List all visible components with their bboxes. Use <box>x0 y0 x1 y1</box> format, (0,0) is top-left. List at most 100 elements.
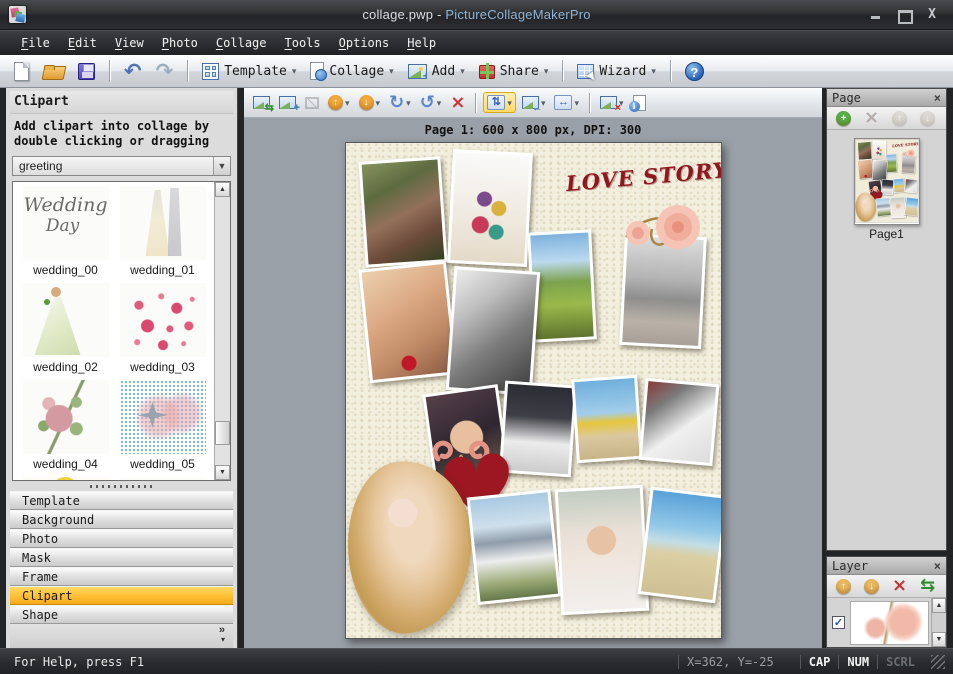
clipart-item-wedding_04[interactable]: wedding_04 <box>17 380 114 471</box>
wedding_02-thumbnail[interactable] <box>23 283 109 357</box>
clipart-rose[interactable] <box>612 199 708 259</box>
menu-collage[interactable]: Collage <box>207 32 276 54</box>
menu-tools[interactable]: Tools <box>276 32 330 54</box>
new-button[interactable] <box>10 60 33 83</box>
clipart-item[interactable] <box>17 477 114 481</box>
chevron-down-icon[interactable]: ▾ <box>651 66 656 76</box>
menu-view[interactable]: View <box>106 32 153 54</box>
minimize-button[interactable] <box>869 9 883 21</box>
rotate-right-button[interactable]: ↻▾ <box>386 92 414 114</box>
clipart-item-wedding_03[interactable]: wedding_03 <box>114 283 211 374</box>
photo-bride-flowers[interactable] <box>638 378 719 466</box>
chevron-down-icon[interactable]: ▾ <box>389 66 394 76</box>
layer-up-button[interactable]: ↑ <box>833 577 854 596</box>
page-up-button[interactable]: ↑ <box>889 109 910 128</box>
sidebar-item-background[interactable]: Background <box>10 510 233 529</box>
scroll-up-icon[interactable]: ▲ <box>932 598 946 613</box>
sidebar-item-photo[interactable]: Photo <box>10 529 233 548</box>
chevron-down-icon[interactable]: ▼ <box>213 157 230 175</box>
close-button[interactable]: X <box>925 9 939 21</box>
panel-splitter-handle[interactable] <box>10 481 233 491</box>
scroll-down-icon[interactable]: ▼ <box>932 632 946 647</box>
rotate-left-button[interactable]: ↺▾ <box>417 92 445 114</box>
send-backward-button[interactable]: ↓▾ <box>356 93 384 112</box>
collage-page[interactable]: ♥LOVE STORY <box>345 142 722 639</box>
sidebar-item-frame[interactable]: Frame <box>10 567 233 586</box>
chevron-down-icon[interactable]: ▾ <box>507 98 512 108</box>
wedding_00-thumbnail[interactable]: WeddingDay <box>23 186 109 260</box>
resize-photo-button[interactable]: ↔▾ <box>551 93 582 112</box>
menu-photo[interactable]: Photo <box>153 32 207 54</box>
maximize-button[interactable] <box>897 9 911 21</box>
sidebar-item-template[interactable]: Template <box>10 491 233 510</box>
page1-thumbnail[interactable]: ♥LOVE STORY <box>854 138 920 225</box>
add-button[interactable]: + Add ▾ <box>404 62 469 81</box>
resize-grip[interactable] <box>931 655 945 669</box>
add-page-button[interactable]: + <box>833 109 854 128</box>
clipart-item[interactable] <box>114 477 211 481</box>
bring-forward-button[interactable]: ↑▾ <box>325 93 353 112</box>
scrollbar-thumb[interactable] <box>215 421 230 445</box>
clipart-thumbnail[interactable] <box>120 477 206 481</box>
clipart-item-wedding_00[interactable]: WeddingDaywedding_00 <box>17 186 114 277</box>
wedding_05-thumbnail[interactable] <box>120 380 206 454</box>
layer-visibility-checkbox[interactable]: ✓ <box>832 616 845 629</box>
menu-file[interactable]: File <box>12 32 59 54</box>
clipart-item-wedding_01[interactable]: wedding_01 <box>114 186 211 277</box>
undo-button[interactable]: ↶ <box>120 59 146 83</box>
save-button[interactable] <box>74 61 99 82</box>
clipart-thumbnail[interactable] <box>23 477 109 481</box>
delete-object-button[interactable]: × <box>447 92 468 114</box>
layer-scrollbar[interactable]: ▲ ▼ <box>931 598 946 647</box>
add-photo-button[interactable]: + <box>276 94 299 111</box>
swap-layer-button[interactable]: ⇆ <box>917 575 938 597</box>
redo-button[interactable]: ↷ <box>152 59 178 83</box>
photo-beach-walk[interactable] <box>637 487 721 604</box>
chevron-down-icon[interactable]: ▾ <box>437 98 442 108</box>
sidebar-item-clipart[interactable]: Clipart <box>10 586 233 605</box>
sidebar-item-mask[interactable]: Mask <box>10 548 233 567</box>
template-button[interactable]: Template ▾ <box>198 61 300 82</box>
properties-button[interactable] <box>630 93 649 113</box>
photo-shopping-couple[interactable] <box>447 149 533 267</box>
layer-rose-thumbnail[interactable] <box>850 601 929 645</box>
swap-photo-button[interactable]: ⇆ <box>250 94 273 111</box>
photo-couple-kiss-outdoor[interactable] <box>466 489 561 605</box>
wizard-button[interactable]: Wizard ▾ <box>573 62 660 81</box>
open-button[interactable] <box>39 60 68 82</box>
menu-options[interactable]: Options <box>330 32 399 54</box>
collage-title-text[interactable]: LOVE STORY <box>564 159 706 203</box>
chevron-down-icon[interactable]: ▾ <box>376 98 381 108</box>
chevron-down-icon[interactable]: ▾ <box>292 66 297 76</box>
clipart-category-dropdown[interactable]: greeting ▼ <box>12 156 231 176</box>
swap-page-button[interactable]: ⇆ <box>945 107 947 129</box>
page-down-button[interactable]: ↓ <box>917 109 938 128</box>
scrollbar-track[interactable] <box>215 197 230 465</box>
chevron-down-icon[interactable]: ▾ <box>345 98 350 108</box>
chevron-down-icon[interactable]: ▾ <box>574 98 579 108</box>
chevron-down-icon[interactable]: ▾ <box>544 66 549 76</box>
photo-bride-laughing-bw[interactable] <box>445 266 539 396</box>
clipart-scrollbar[interactable]: ▲ ▼ <box>214 182 230 480</box>
photo-beach-jump[interactable] <box>571 375 643 463</box>
photo-kissing-couple[interactable] <box>358 156 447 267</box>
nav-overflow-button[interactable]: »▾ <box>10 624 233 648</box>
wedding_04-thumbnail[interactable] <box>23 380 109 454</box>
scroll-down-icon[interactable]: ▼ <box>215 465 230 480</box>
clipart-item-wedding_02[interactable]: wedding_02 <box>17 283 114 374</box>
delete-page-button[interactable]: × <box>861 107 882 129</box>
photo-bride-veil[interactable] <box>554 485 648 615</box>
photo-smiling-couple[interactable] <box>358 261 457 384</box>
sidebar-item-shape[interactable]: Shape <box>10 605 233 624</box>
wedding_01-thumbnail[interactable] <box>120 186 206 260</box>
share-button[interactable]: Share ▾ <box>475 61 553 81</box>
align-distribute-button[interactable]: ⇅▾ <box>483 92 516 113</box>
help-button[interactable]: ? <box>681 60 708 83</box>
chevron-down-icon[interactable]: ▾ <box>406 98 411 108</box>
close-icon[interactable]: × <box>934 91 941 105</box>
menu-help[interactable]: Help <box>398 32 445 54</box>
remove-photo-button[interactable]: ×▾ <box>597 94 627 111</box>
collage-button[interactable]: Collage ▾ <box>306 60 397 82</box>
scroll-up-icon[interactable]: ▲ <box>215 182 230 197</box>
clipart-item-wedding_05[interactable]: wedding_05 <box>114 380 211 471</box>
